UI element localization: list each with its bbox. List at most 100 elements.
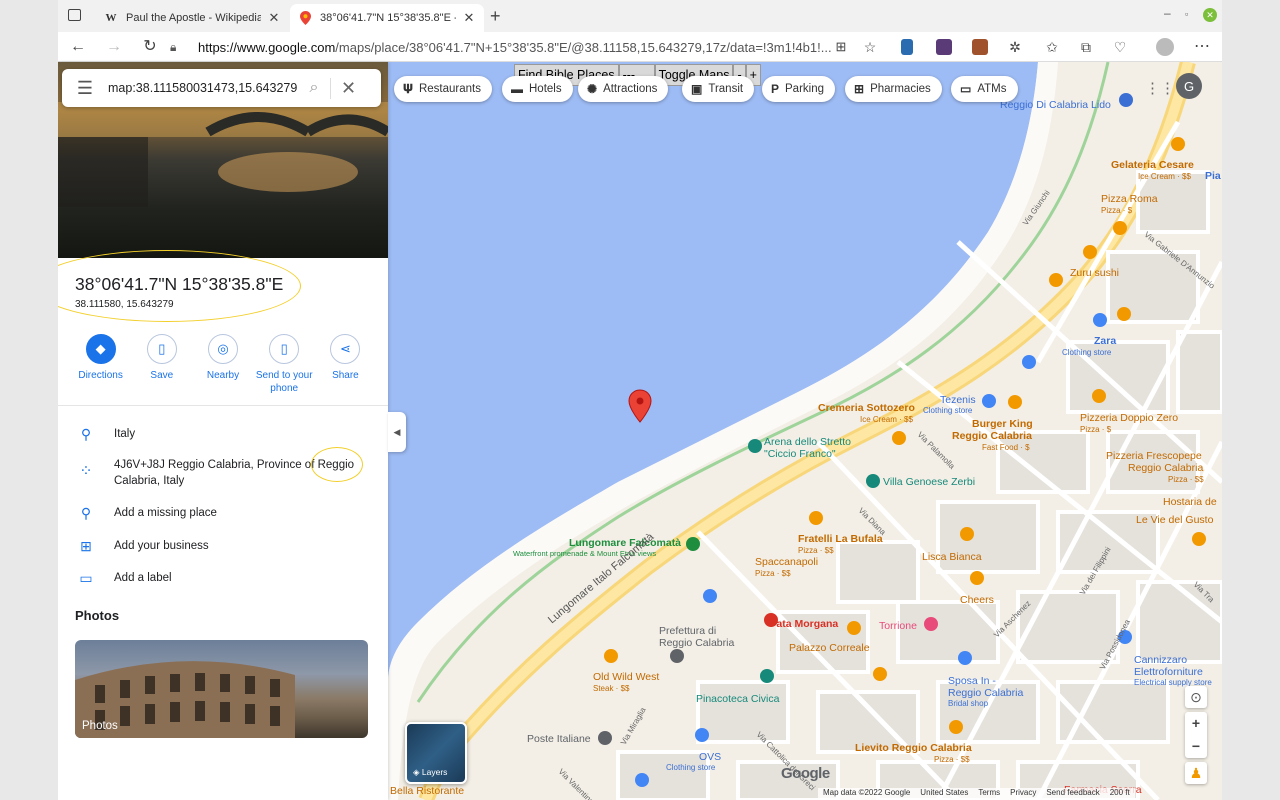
map-label[interactable]: Old Wild West	[593, 671, 659, 683]
tab-wikipedia[interactable]: W Paul the Apostle - Wikipedia ✕	[96, 4, 289, 32]
map-label[interactable]: Cheers	[960, 594, 994, 606]
map-label[interactable]: Pizzeria Frescopepe	[1106, 450, 1202, 462]
map-label[interactable]: Reggio Calabria	[1128, 462, 1203, 474]
map-label[interactable]: Fratelli La Bufala	[798, 533, 883, 545]
zoom-out-button[interactable]: −	[1185, 735, 1207, 758]
add-business-row[interactable]: ⊞ Add your business	[58, 538, 388, 555]
map-label[interactable]: Gelateria Cesare	[1111, 159, 1194, 171]
map-label[interactable]: Cannizzaro	[1134, 654, 1187, 666]
clear-search-icon[interactable]: ✕	[330, 77, 366, 99]
chip-transit[interactable]: ▣ Transit	[682, 76, 755, 102]
map-label[interactable]: "Ciccio Franco"	[764, 448, 836, 460]
collapse-panel-button[interactable]: ◀	[388, 412, 406, 452]
profile-icon[interactable]	[1156, 38, 1174, 56]
map-label[interactable]: OVS	[699, 751, 721, 763]
search-box[interactable]: ☰ ⌕ ✕	[62, 69, 381, 107]
photo-tile[interactable]: Photos	[75, 640, 368, 738]
new-tab-button[interactable]: +	[490, 6, 501, 27]
extension-photo-icon[interactable]	[936, 39, 952, 55]
extension-bookmark-icon[interactable]	[901, 39, 913, 55]
layers-button[interactable]: ◈ Layers	[405, 722, 467, 784]
privacy-link[interactable]: Privacy	[1010, 788, 1036, 800]
map-label[interactable]: Palazzo Correale	[789, 642, 870, 654]
search-input[interactable]	[108, 81, 298, 95]
tab-google-maps[interactable]: 38°06'41.7"N 15°38'35.8"E - Goo ✕	[290, 4, 484, 32]
map-label[interactable]: Lungomare Falcomatà	[569, 537, 681, 549]
map-label[interactable]: Reggio Calabria	[659, 637, 734, 649]
map-label[interactable]: Spaccanapoli	[755, 556, 818, 568]
map-label[interactable]: Pizzeria Doppio Zero	[1080, 412, 1178, 424]
reload-icon[interactable]: ↻	[140, 37, 160, 57]
map-label[interactable]: Fata Morgana	[770, 618, 838, 630]
map-label[interactable]: Reggio Di Calabria Lido	[1000, 99, 1111, 111]
share-button[interactable]: ⋖ Share	[315, 334, 376, 395]
save-button[interactable]: ▯ Save	[131, 334, 192, 395]
favorites-icon[interactable]: ✩	[1042, 37, 1062, 57]
map-label[interactable]: Villa Genoese Zerbi	[883, 476, 975, 488]
directions-button[interactable]: ◆ Directions	[70, 334, 131, 395]
zoom-in-button[interactable]: +	[1185, 712, 1207, 735]
close-window-button[interactable]: ✕	[1203, 8, 1217, 22]
map-label[interactable]: Arena dello Stretto	[764, 436, 851, 448]
extension-bible-icon[interactable]	[972, 39, 988, 55]
map-label[interactable]: Cremeria Sottozero	[818, 402, 915, 414]
close-tab-icon[interactable]: ✕	[267, 10, 281, 26]
add-missing-place-text: Add a missing place	[114, 507, 217, 519]
directions-icon: ◆	[85, 334, 116, 364]
map-label[interactable]: Pia	[1205, 170, 1221, 182]
minimize-button[interactable]: –	[1164, 6, 1171, 20]
address-bar[interactable]: 🔒︎ https://www.google.com/maps/place/38°…	[170, 35, 860, 59]
chip-attractions[interactable]: ✺ Attractions	[578, 76, 669, 102]
map-label[interactable]: Bella Ristorante	[390, 785, 464, 797]
chip-restaurants[interactable]: 𝚿 Restaurants	[394, 76, 492, 102]
close-tab-icon[interactable]: ✕	[462, 10, 476, 26]
map-label[interactable]: Sposa In -	[948, 675, 996, 687]
map-label[interactable]: Zara	[1094, 335, 1116, 347]
map-label[interactable]: Poste Italiane	[527, 733, 591, 745]
back-icon[interactable]: ←	[68, 37, 88, 57]
lock-icon[interactable]: 🔒︎	[170, 40, 188, 55]
maximize-button[interactable]: ▫	[1185, 9, 1188, 19]
chip-hotels[interactable]: ▬ Hotels	[502, 76, 573, 102]
chip-pharmacies[interactable]: ⊞ Pharmacies	[845, 76, 942, 102]
scale-label[interactable]: 200 ft	[1110, 788, 1130, 800]
favorite-star-icon[interactable]: ☆	[860, 37, 880, 57]
map-label[interactable]: Lisca Bianca	[922, 551, 982, 563]
map-label[interactable]: Reggio Calabria	[952, 430, 1032, 442]
map-label[interactable]: Reggio Calabria	[948, 687, 1023, 699]
region-link[interactable]: United States	[920, 788, 968, 800]
send-to-phone-button[interactable]: ▯ Send to your phone	[254, 334, 315, 395]
map-label[interactable]: Prefettura di	[659, 625, 716, 637]
map-label[interactable]: Zuru sushi	[1070, 267, 1119, 279]
map-label[interactable]: Burger King	[972, 418, 1033, 430]
nearby-button[interactable]: ◎ Nearby	[192, 334, 253, 395]
extensions-icon[interactable]: ✲	[1005, 37, 1025, 57]
layers-label: Layers	[421, 767, 448, 777]
my-location-icon[interactable]: ⊙	[1185, 686, 1207, 708]
more-menu-icon[interactable]: ⋯	[1192, 37, 1212, 57]
chip-atms[interactable]: ▭ ATMs	[951, 76, 1018, 102]
map-label[interactable]: Tezenis	[940, 394, 976, 406]
map-label[interactable]: Hostaria de	[1163, 496, 1217, 508]
tab-overview-icon[interactable]	[68, 9, 81, 21]
reader-view-icon[interactable]: ⊞	[831, 37, 851, 57]
search-icon[interactable]: ⌕	[298, 79, 330, 97]
browser-essentials-icon[interactable]: ♡	[1110, 37, 1130, 57]
chip-parking[interactable]: P Parking	[762, 76, 836, 102]
map-label[interactable]: Lievito Reggio Calabria	[855, 742, 972, 754]
add-label-row[interactable]: ▭ Add a label	[58, 570, 388, 587]
send-feedback-link[interactable]: Send feedback	[1046, 788, 1099, 800]
forward-icon[interactable]: →	[104, 37, 124, 57]
map-label[interactable]: Le Vie del Gusto	[1136, 514, 1213, 526]
menu-icon[interactable]: ☰	[62, 78, 108, 99]
add-missing-place-row[interactable]: ⚲ Add a missing place	[58, 505, 388, 522]
map-label[interactable]: Pizza Roma	[1101, 193, 1158, 205]
map-label[interactable]: Elettroforniture	[1134, 666, 1203, 678]
terms-link[interactable]: Terms	[978, 788, 1000, 800]
account-avatar[interactable]: G	[1176, 73, 1202, 99]
pegman-icon[interactable]: ♟	[1185, 762, 1207, 784]
map-label[interactable]: Torrione	[879, 620, 917, 632]
collections-icon[interactable]: ⧉	[1076, 37, 1096, 57]
country-row[interactable]: ⚲ Italy	[58, 426, 388, 443]
map-label[interactable]: Pinacoteca Civica	[696, 693, 779, 705]
